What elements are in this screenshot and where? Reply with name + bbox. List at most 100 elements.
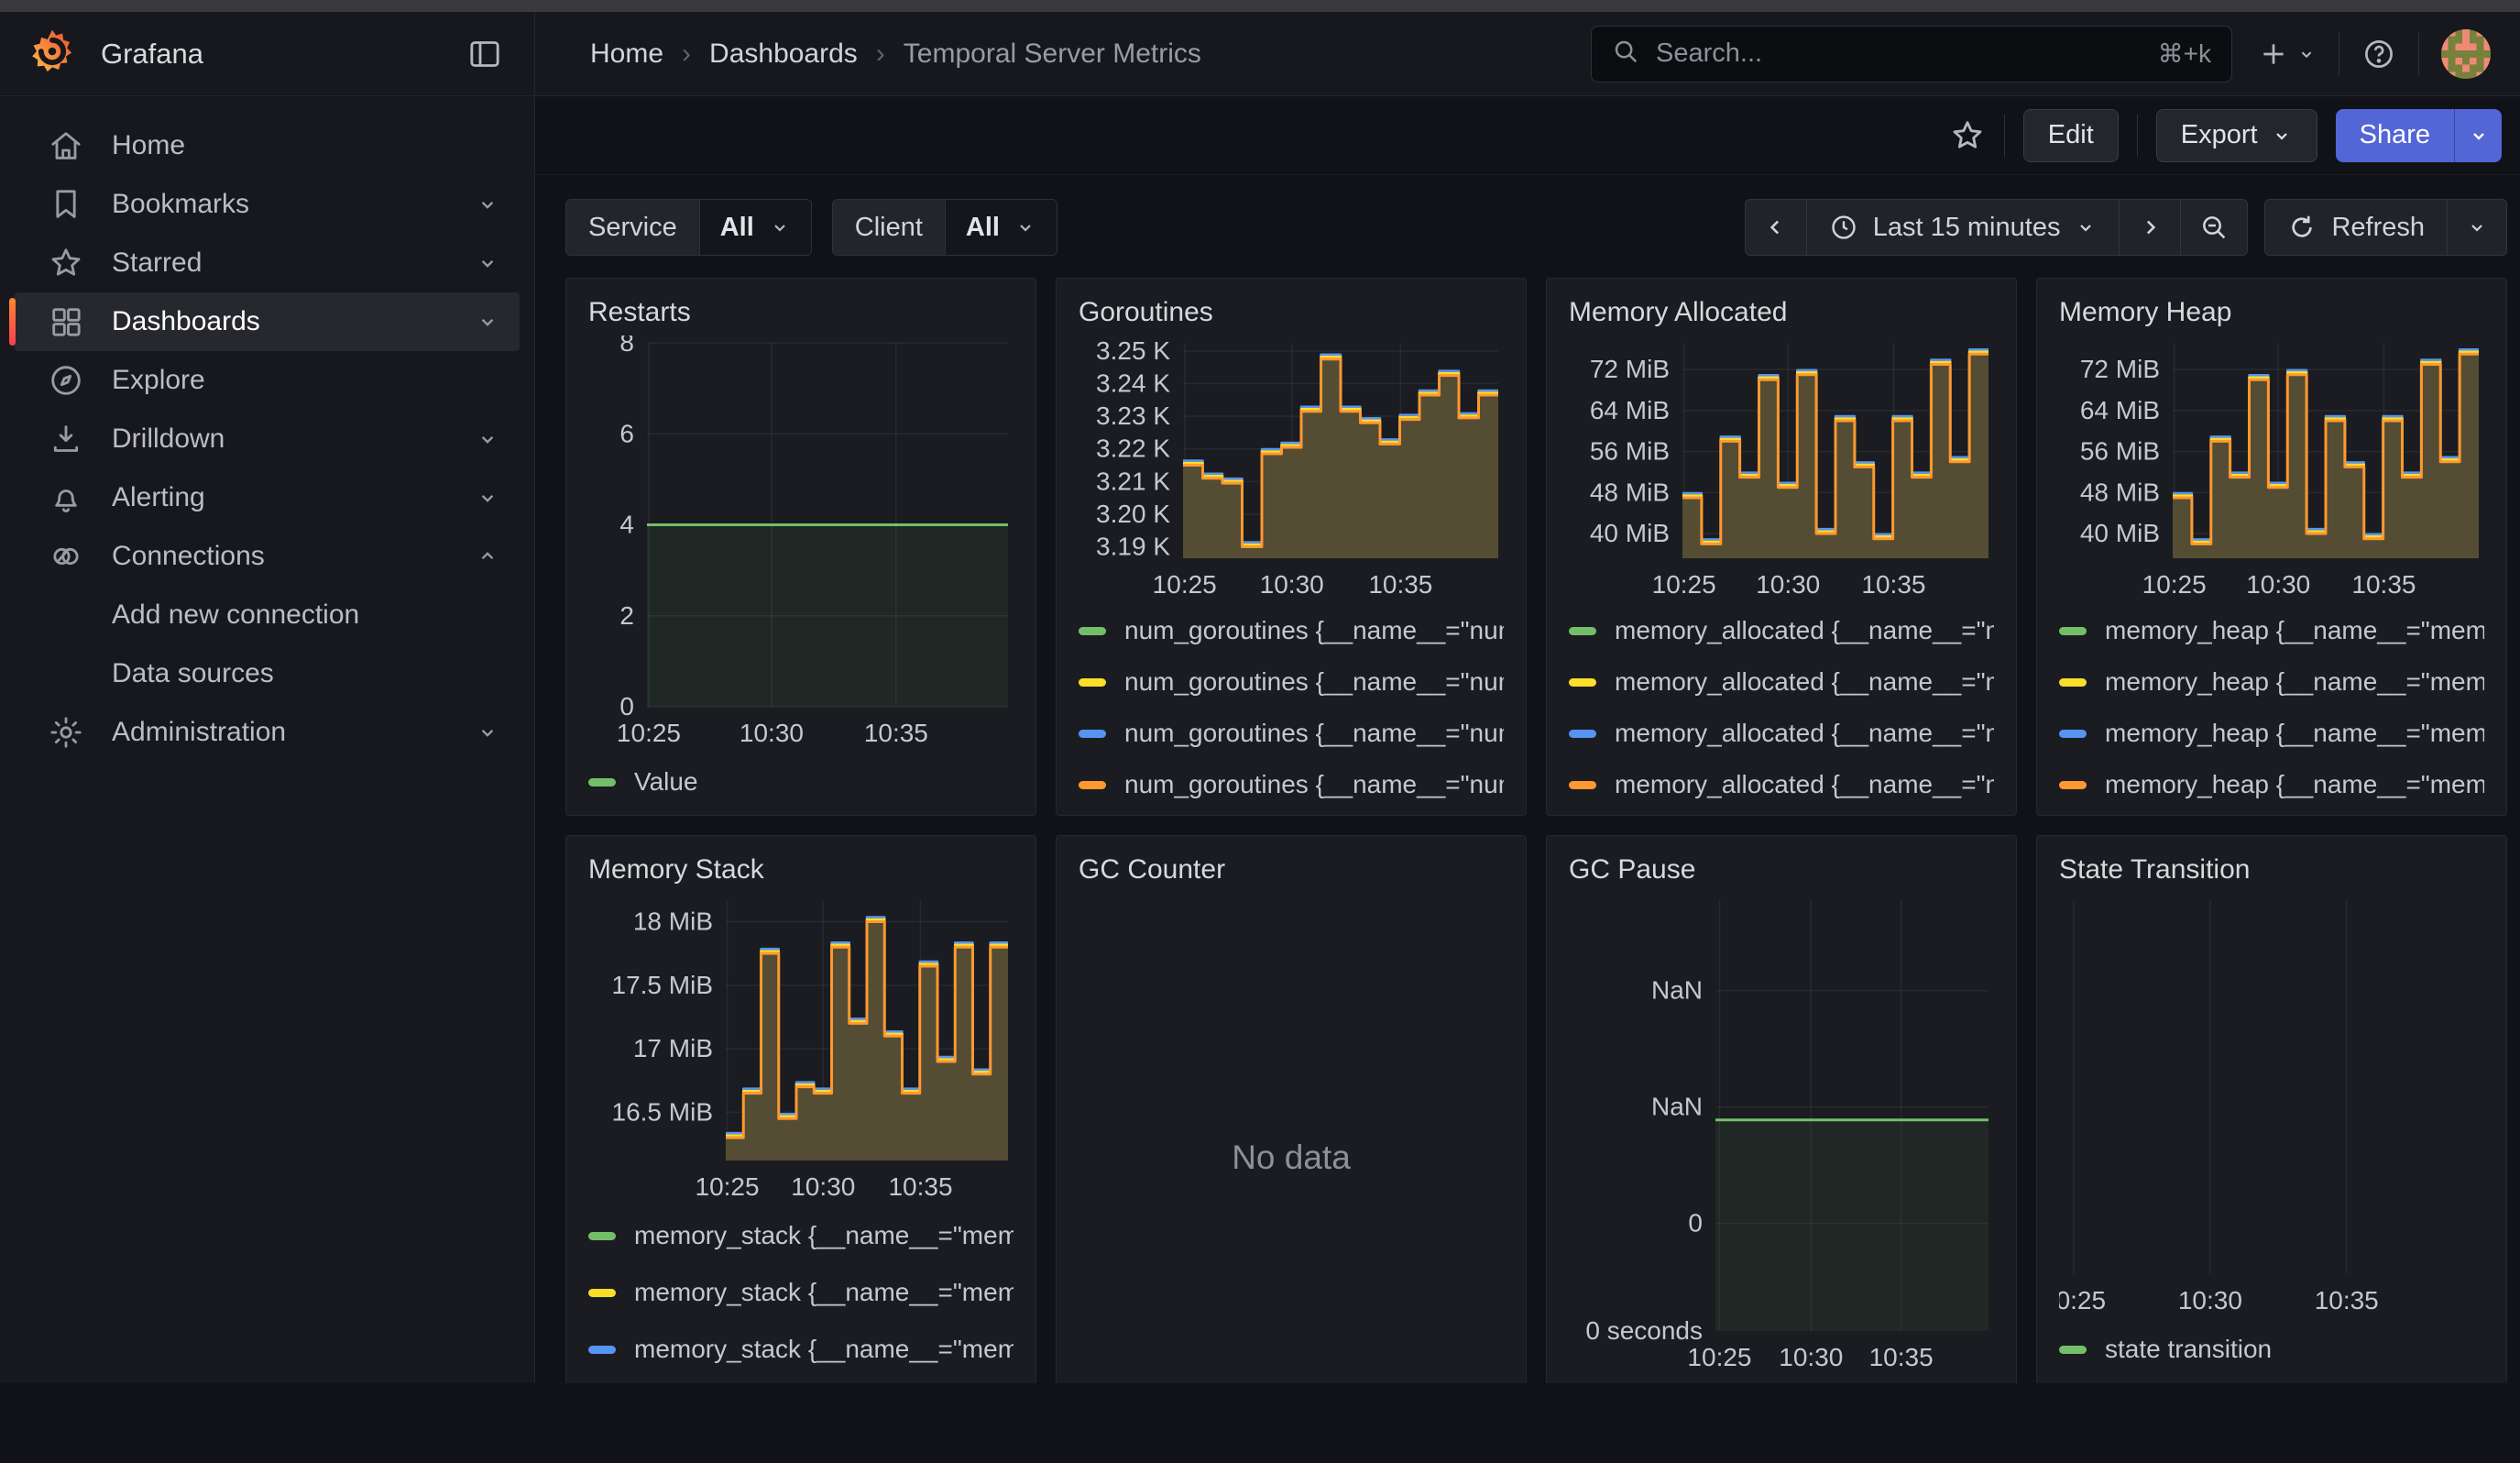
sidebar-item-administration[interactable]: Administration (15, 703, 520, 762)
legend-item[interactable]: Value (588, 765, 1013, 798)
svg-text:48 MiB: 48 MiB (2080, 478, 2160, 506)
sidebar-item-explore[interactable]: Explore (15, 351, 520, 410)
grafana-logo[interactable] (27, 27, 77, 81)
bell-icon (48, 479, 84, 516)
series-color-dash (2059, 781, 2087, 789)
search-input[interactable]: Search... ⌘+k (1591, 26, 2232, 82)
dock-sidebar-icon[interactable] (466, 36, 503, 72)
panel-title[interactable]: Goroutines (1079, 297, 1504, 328)
series-color-dash (1079, 730, 1106, 738)
series-label: num_goroutines {__name__="num_goroutines… (1124, 668, 1504, 696)
legend-item[interactable]: state transition (2059, 1333, 2484, 1366)
sidebar-item-data-sources[interactable]: Data sources (15, 644, 520, 703)
legend-item[interactable]: memory_stack {__name__="memory_stack" (588, 1276, 1013, 1309)
chevron-down-icon (2075, 216, 2097, 238)
zoom-out-time-button[interactable] (2180, 200, 2247, 255)
breadcrumb-item[interactable]: Dashboards (709, 38, 858, 70)
svg-text:40 MiB: 40 MiB (2080, 519, 2160, 547)
sidebar-item-bookmarks[interactable]: Bookmarks (15, 175, 520, 234)
legend-item[interactable]: memory_allocated {__name__="memory_alloc… (1569, 720, 1994, 747)
legend-item[interactable]: memory_heap {__name__="memory_heap" (2059, 771, 2484, 798)
panel-title[interactable]: State Transition (2059, 854, 2484, 886)
panel-legend: memory_allocated {__name__="memory_alloc… (1569, 617, 1994, 798)
time-controls: Last 15 minutes (1745, 199, 2507, 256)
legend-item[interactable]: memory_heap {__name__="memory_heap" (2059, 720, 2484, 747)
refresh-interval-caret[interactable] (2447, 200, 2506, 255)
client-filter-value[interactable]: All (945, 200, 1057, 255)
client-filter-label: Client (833, 200, 945, 255)
sidebar-item-connections[interactable]: Connections (15, 527, 520, 586)
chevron-down-icon (476, 427, 499, 451)
legend-item[interactable]: memory_stack {__name__="memory_stack" (588, 1333, 1013, 1366)
time-shift-back-button[interactable] (1746, 200, 1806, 255)
legend-item[interactable]: num_goroutines {__name__="num_goroutines… (1079, 720, 1504, 747)
edit-button[interactable]: Edit (2023, 109, 2119, 162)
chevron-down-icon (2296, 44, 2317, 64)
panel-title[interactable]: Restarts (588, 297, 1013, 328)
panel-legend: memory_heap {__name__="memory_heap"memor… (2059, 617, 2484, 798)
panel-legend: memory_stack {__name__="memory_stack"mem… (588, 1219, 1013, 1383)
chevron-down-icon (476, 720, 499, 744)
timeseries-chart: 8642010:2510:3010:35 (588, 336, 1013, 751)
top-nav-left: Grafana (0, 12, 535, 95)
export-button[interactable]: Export (2156, 109, 2317, 162)
dashboard-content: Edit Export Share Service All (535, 96, 2520, 1383)
series-color-dash (1079, 781, 1106, 789)
sidebar-item-dashboards[interactable]: Dashboards (15, 292, 520, 351)
refresh-button[interactable]: Refresh (2265, 200, 2447, 255)
sidebar-item-home[interactable]: Home (15, 116, 520, 175)
chevron-left-icon (1764, 215, 1788, 239)
sidebar-item-add-new-connection[interactable]: Add new connection (15, 586, 520, 644)
legend-item[interactable]: num_goroutines {__name__="num_goroutines… (1079, 617, 1504, 644)
timeseries-chart: 10:2510:3010:35 (2059, 893, 2484, 1318)
sidebar-item-label: Bookmarks (112, 189, 249, 220)
breadcrumb-separator: › (876, 38, 885, 70)
legend-item[interactable]: memory_allocated {__name__="memory_alloc… (1569, 771, 1994, 798)
refresh-group: Refresh (2264, 199, 2507, 256)
panel-title[interactable]: GC Counter (1079, 854, 1504, 886)
breadcrumb-item[interactable]: Home (590, 38, 663, 70)
time-shift-forward-button[interactable] (2119, 200, 2180, 255)
service-filter-value[interactable]: All (699, 200, 811, 255)
search-icon (1612, 38, 1639, 70)
user-avatar[interactable] (2441, 29, 2491, 79)
sidebar-item-alerting[interactable]: Alerting (15, 468, 520, 527)
star-dashboard-icon[interactable] (1949, 117, 1986, 154)
legend-item[interactable]: memory_allocated {__name__="memory_alloc… (1569, 617, 1994, 644)
sidebar-item-label: Explore (112, 365, 205, 396)
panel-title[interactable]: Memory Stack (588, 854, 1013, 886)
legend-item[interactable]: memory_stack {__name__="memory_stack" (588, 1219, 1013, 1252)
series-color-dash (2059, 1346, 2087, 1354)
sidebar-item-label: Connections (112, 541, 265, 572)
share-menu-caret[interactable] (2454, 109, 2502, 162)
panel-title[interactable]: GC Pause (1569, 854, 1994, 886)
legend-item[interactable]: num_goroutines {__name__="num_goroutines… (1079, 668, 1504, 696)
svg-text:2: 2 (619, 601, 634, 630)
panel-title[interactable]: Memory Heap (2059, 297, 2484, 328)
help-icon[interactable] (2361, 37, 2396, 72)
time-range-picker[interactable]: Last 15 minutes (1806, 200, 2120, 255)
svg-text:10:25: 10:25 (2059, 1286, 2106, 1314)
chevron-right-icon (2138, 215, 2162, 239)
add-new-button[interactable] (2258, 38, 2317, 70)
series-color-dash (1079, 678, 1106, 687)
share-button[interactable]: Share (2336, 109, 2454, 162)
series-label: memory_heap {__name__="memory_heap" (2105, 720, 2484, 747)
svg-text:NaN: NaN (1651, 976, 1703, 1005)
series-label: memory_stack {__name__="memory_stack" (634, 1335, 1013, 1364)
zoom-out-icon (2199, 213, 2229, 242)
sidebar-item-label: Starred (112, 248, 202, 279)
legend-item[interactable]: memory_allocated {__name__="memory_alloc… (1569, 668, 1994, 696)
legend-item[interactable]: memory_heap {__name__="memory_heap" (2059, 668, 2484, 696)
dashboard-variables-row: Service All Client All (565, 199, 2507, 256)
legend-item[interactable]: num_goroutines {__name__="num_goroutines… (1079, 771, 1504, 798)
breadcrumb: Home›Dashboards›Temporal Server Metrics (590, 38, 1201, 70)
legend-item[interactable]: memory_heap {__name__="memory_heap" (2059, 617, 2484, 644)
sidebar-item-starred[interactable]: Starred (15, 234, 520, 292)
sidebar-item-drilldown[interactable]: Drilldown (15, 410, 520, 468)
svg-text:16.5 MiB: 16.5 MiB (612, 1097, 714, 1126)
panel-title[interactable]: Memory Allocated (1569, 297, 1994, 328)
svg-text:0: 0 (1688, 1209, 1703, 1238)
chevron-down-icon (2468, 125, 2490, 147)
series-color-dash (1569, 730, 1596, 738)
